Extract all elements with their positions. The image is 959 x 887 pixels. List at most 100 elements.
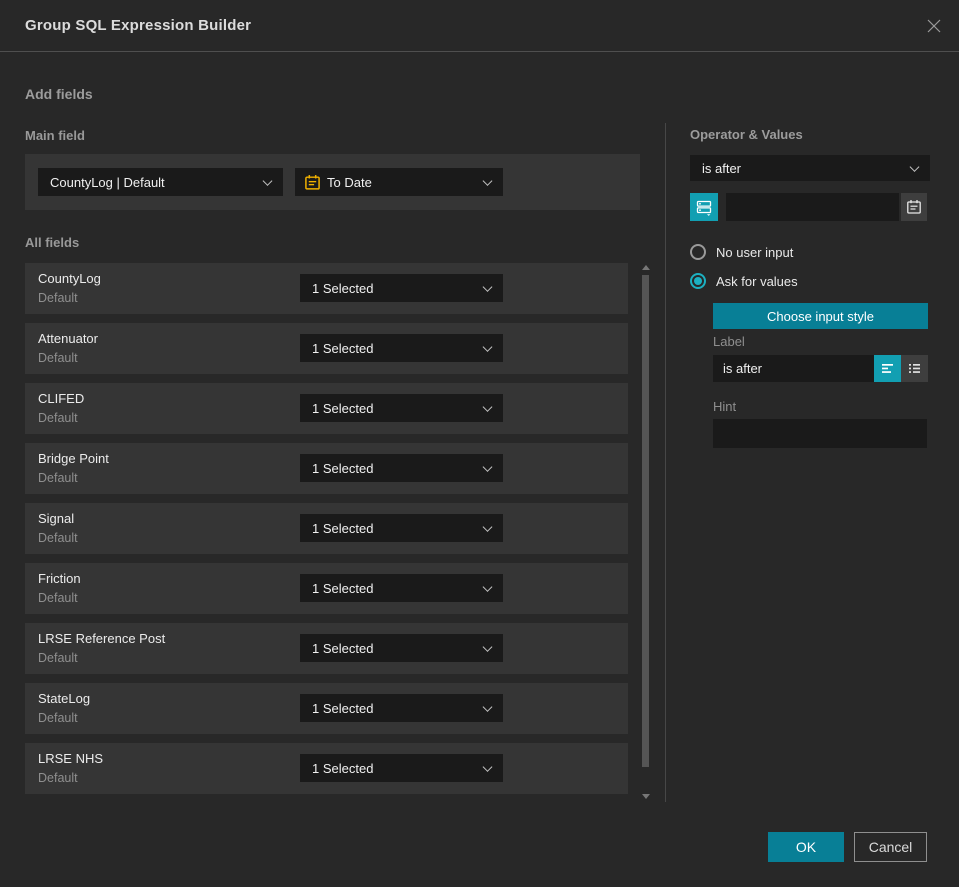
field-selected-dropdown[interactable]: 1 Selected [300,754,503,782]
dialog-title: Group SQL Expression Builder [25,17,252,34]
field-selected-count: 1 Selected [312,520,374,536]
field-selected-count: 1 Selected [312,580,374,596]
chevron-down-icon [909,162,920,172]
chevron-down-icon [482,176,493,186]
field-row: Friction Default 1 Selected [25,563,628,614]
field-name: LRSE Reference Post [38,631,166,646]
chevron-down-icon [262,176,273,186]
date-mode-dropdown[interactable]: To Date [295,168,503,196]
field-selected-dropdown[interactable]: 1 Selected [300,334,503,362]
close-icon [927,19,941,33]
field-selected-dropdown[interactable]: 1 Selected [300,394,503,422]
radio-checked-icon [690,273,706,289]
chevron-down-icon [482,762,493,772]
field-subtitle: Default [38,291,78,305]
radio-no-user-input[interactable]: No user input [690,244,793,260]
operator-dropdown-value: is after [702,160,742,176]
field-row: CountyLog Default 1 Selected [25,263,628,314]
field-name: Friction [38,571,81,586]
label-heading: Label [713,334,745,349]
add-fields-heading: Add fields [25,86,93,102]
field-subtitle: Default [38,711,78,725]
field-selected-dropdown[interactable]: 1 Selected [300,454,503,482]
stacked-values-button[interactable] [690,193,718,221]
calendar-icon [295,174,321,191]
date-mode-dropdown-value: To Date [327,174,372,190]
field-name: Bridge Point [38,451,109,466]
calendar-icon [907,200,921,214]
field-subtitle: Default [38,351,78,365]
cancel-button[interactable]: Cancel [854,832,927,862]
field-name: LRSE NHS [38,751,104,766]
field-name: StateLog [38,691,91,706]
fields-list-scrollbar[interactable] [639,262,653,802]
main-field-dropdown[interactable]: CountyLog | Default [38,168,283,196]
operator-values-heading: Operator & Values [690,127,803,142]
panel-divider [665,123,666,802]
hint-heading: Hint [713,399,737,414]
field-subtitle: Default [38,471,78,485]
field-selected-count: 1 Selected [312,700,374,716]
chevron-down-icon [482,342,493,352]
field-subtitle: Default [38,771,78,785]
field-selected-dropdown[interactable]: 1 Selected [300,574,503,602]
chevron-down-icon [482,522,493,532]
field-row: Signal Default 1 Selected [25,503,628,554]
field-selected-dropdown[interactable]: 1 Selected [300,634,503,662]
stacked-values-icon [696,200,712,216]
field-row: LRSE Reference Post Default 1 Selected [25,623,628,674]
value-input[interactable] [726,193,899,221]
chevron-down-icon [482,462,493,472]
hint-input[interactable] [713,419,927,448]
chevron-down-icon [482,642,493,652]
field-selected-dropdown[interactable]: 1 Selected [300,274,503,302]
choose-input-style-button[interactable]: Choose input style [713,303,928,329]
date-picker-button[interactable] [901,193,927,221]
field-row: Attenuator Default 1 Selected [25,323,628,374]
label-input[interactable] [713,355,874,382]
field-name: Signal [38,511,75,526]
operator-dropdown[interactable]: is after [690,155,930,181]
field-selected-count: 1 Selected [312,460,374,476]
field-row: StateLog Default 1 Selected [25,683,628,734]
field-selected-dropdown[interactable]: 1 Selected [300,694,503,722]
field-row: Bridge Point Default 1 Selected [25,443,628,494]
field-row: LRSE NHS Default 1 Selected [25,743,628,794]
field-selected-dropdown[interactable]: 1 Selected [300,514,503,542]
field-subtitle: Default [38,591,78,605]
bullet-list-toggle-button[interactable] [901,355,928,382]
field-row: CLIFED Default 1 Selected [25,383,628,434]
all-fields-heading: All fields [25,235,80,250]
main-field-dropdown-value: CountyLog | Default [50,174,165,190]
align-left-icon [882,364,893,373]
group-sql-expression-builder-dialog: Group SQL Expression Builder Add fields … [0,0,959,887]
chevron-down-icon [482,402,493,412]
field-subtitle: Default [38,651,78,665]
main-field-heading: Main field [25,128,85,143]
field-name: CLIFED [38,391,85,406]
field-subtitle: Default [38,531,78,545]
all-fields-list: CountyLog Default 1 Selected Attenuator … [25,263,628,803]
field-selected-count: 1 Selected [312,760,374,776]
radio-unchecked-icon [690,244,706,260]
chevron-down-icon [482,582,493,592]
align-left-toggle-button[interactable] [874,355,901,382]
scroll-up-arrow-icon[interactable] [642,265,650,270]
bullet-list-icon [909,364,920,373]
field-selected-count: 1 Selected [312,280,374,296]
field-name: Attenuator [38,331,98,346]
field-selected-count: 1 Selected [312,340,374,356]
dialog-header: Group SQL Expression Builder [0,0,959,52]
radio-no-user-input-label: No user input [716,244,794,260]
ok-button[interactable]: OK [768,832,844,862]
field-subtitle: Default [38,411,78,425]
radio-ask-for-values[interactable]: Ask for values [690,273,798,289]
radio-ask-for-values-label: Ask for values [716,273,798,289]
chevron-down-icon [482,282,493,292]
field-selected-count: 1 Selected [312,400,374,416]
close-button[interactable] [923,15,945,37]
scroll-down-arrow-icon[interactable] [642,794,650,799]
scrollbar-thumb[interactable] [642,275,649,767]
field-name: CountyLog [38,271,101,286]
chevron-down-icon [482,702,493,712]
